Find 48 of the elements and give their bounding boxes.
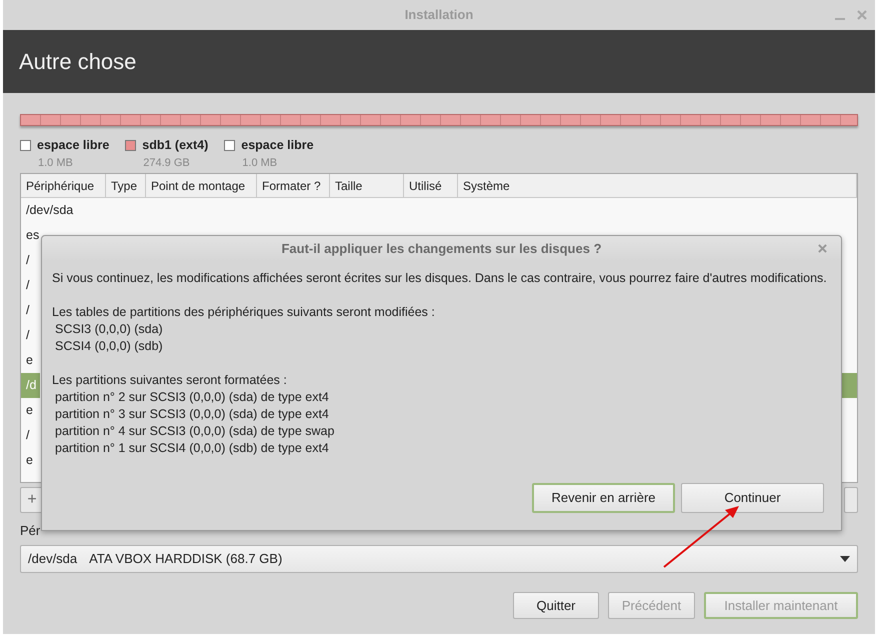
column-header[interactable]: Type: [106, 174, 146, 197]
partition-size: 1.0 MB: [242, 156, 278, 171]
device-cell[interactable]: /: [21, 298, 40, 323]
action-button[interactable]: Quitter: [513, 592, 599, 619]
dialog-message: Si vous continuez, les modifications affichées seront écrites sur les disques. Dans le cas contraire, vous pourrez faire d'autres modifications.: [52, 270, 828, 287]
device-cell[interactable]: /: [21, 423, 40, 448]
boot-device-dropdown[interactable]: /dev/sda ATA VBOX HARDDISK (68.7 GB): [20, 545, 858, 573]
page-title: Autre chose: [19, 48, 136, 76]
column-header[interactable]: Utilisé: [404, 174, 458, 197]
partition-size: 1.0 MB: [38, 156, 74, 171]
list-item: partition n° 2 sur SCSI3 (0,0,0) (sda) de type ext4: [54, 389, 330, 406]
device-cell[interactable]: /: [21, 323, 40, 348]
device-cell[interactable]: e: [21, 448, 40, 473]
section-heading: Les tables de partitions des périphériques suivants seront modifiées :: [52, 304, 436, 321]
section-heading: Les partitions suivantes seront formatées :: [52, 372, 288, 389]
column-header[interactable]: Système: [458, 174, 857, 197]
device-cell[interactable]: /: [21, 273, 40, 298]
device-description: ATA VBOX HARDDISK (68.7 GB): [89, 550, 284, 568]
row-highlight: [842, 373, 857, 398]
device-cell[interactable]: e: [21, 398, 40, 423]
window-title: Installation: [404, 6, 474, 24]
device-cell[interactable]: e: [21, 348, 40, 373]
toolbar-button[interactable]: [844, 487, 858, 513]
device-cell[interactable]: /dev/sda: [21, 198, 74, 223]
dropdown-caret-icon[interactable]: [840, 556, 850, 562]
list-item: SCSI4 (0,0,0) (sdb): [54, 338, 164, 355]
device-path: /dev/sda: [28, 550, 78, 568]
partition-label: sdb1 (ext4): [142, 137, 208, 154]
column-header[interactable]: Périphérique: [21, 174, 106, 197]
close-icon[interactable]: [857, 10, 867, 20]
dialog-title: Faut-il appliquer les changements sur les disques ?: [281, 240, 602, 258]
column-header[interactable]: Point de montage: [146, 174, 257, 197]
device-cell[interactable]: es: [21, 223, 40, 248]
partition-size: 274.9 GB: [143, 156, 191, 171]
dialog-button[interactable]: Revenir en arrière: [532, 483, 675, 513]
partition-label: espace libre: [241, 137, 314, 154]
column-header[interactable]: Taille: [330, 174, 404, 197]
list-item: partition n° 1 sur SCSI4 (0,0,0) (sdb) de type ext4: [54, 440, 330, 457]
boot-device-label: Pér: [20, 522, 42, 537]
list-item: SCSI3 (0,0,0) (sda): [54, 321, 164, 338]
minimize-icon[interactable]: [835, 18, 845, 20]
column-header[interactable]: Formater ?: [257, 174, 330, 197]
list-item: partition n° 3 sur SCSI3 (0,0,0) (sda) de type ext4: [54, 406, 330, 423]
partition-label: espace libre: [37, 137, 110, 154]
device-cell[interactable]: /: [21, 248, 40, 273]
dialog-button[interactable]: Continuer: [681, 483, 824, 513]
list-item: partition n° 4 sur SCSI3 (0,0,0) (sda) de type swap: [54, 423, 336, 440]
close-icon[interactable]: [818, 244, 827, 253]
